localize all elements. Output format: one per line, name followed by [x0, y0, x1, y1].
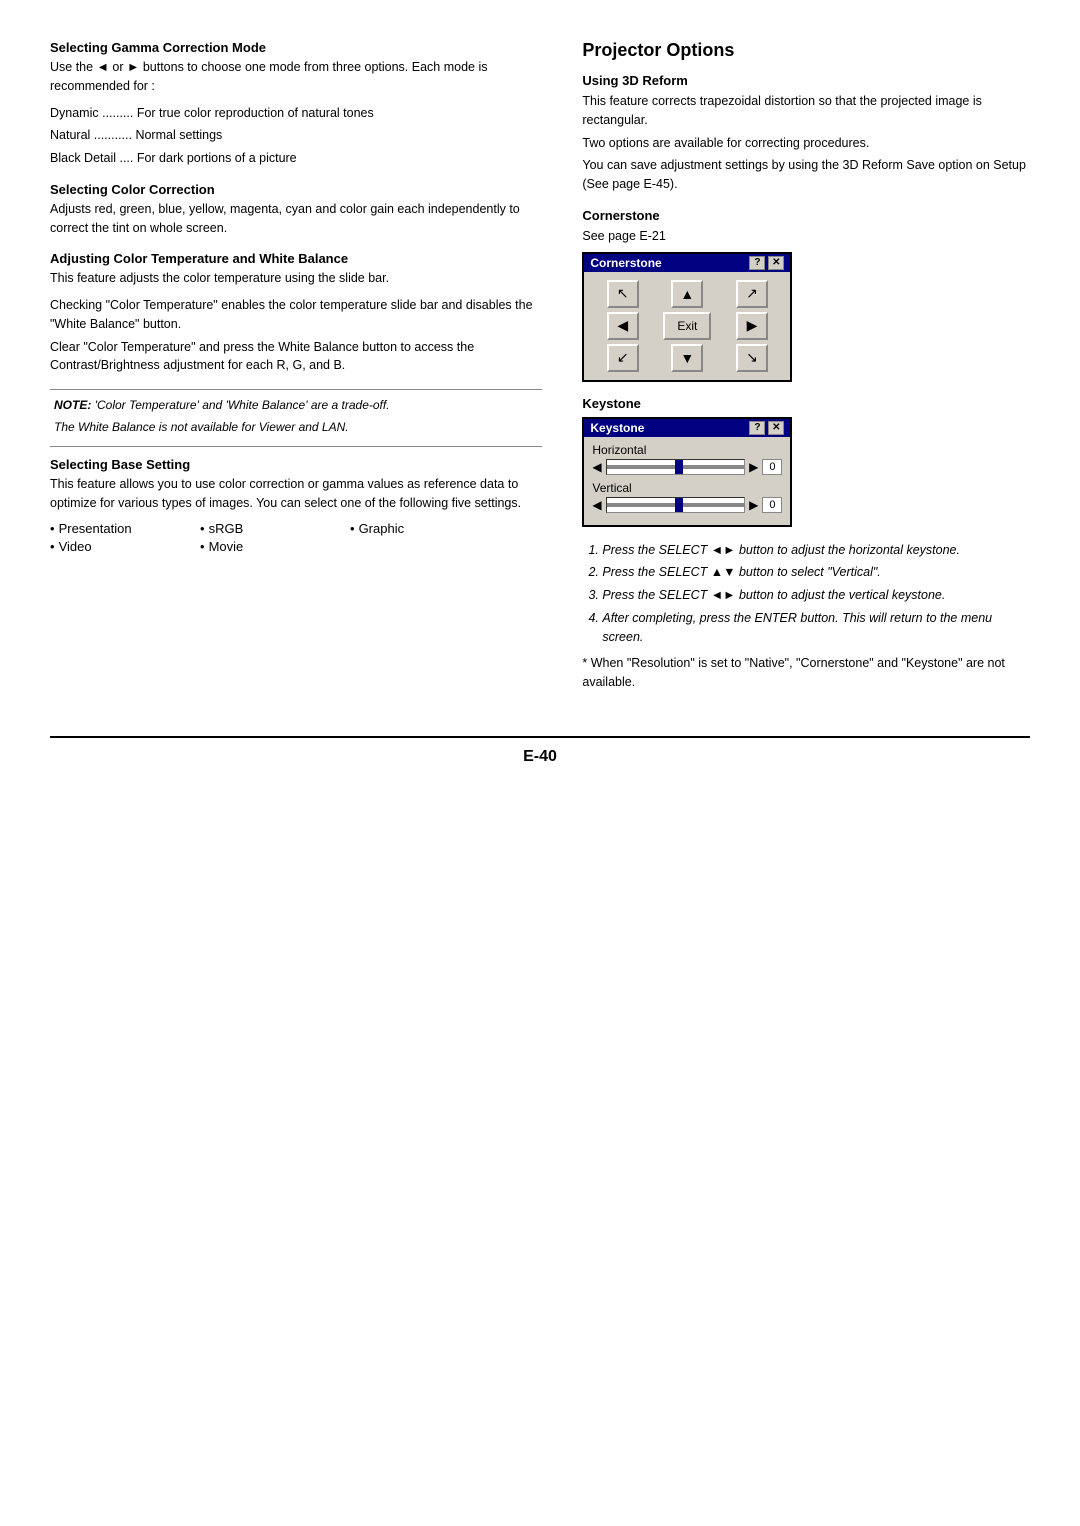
- bullet-srgb: • sRGB: [200, 521, 320, 536]
- page-number: E-40: [50, 736, 1030, 766]
- bullet-movie: • Movie: [200, 539, 320, 554]
- numbered-item-2: Press the SELECT ▲▼ button to select "Ve…: [602, 563, 1030, 582]
- color-correction-section: Selecting Color Correction Adjusts red, …: [50, 182, 542, 238]
- bullet-col-1: • Presentation • Video: [50, 521, 170, 554]
- cornerstone-right-button[interactable]: ▶: [736, 312, 768, 340]
- keystone-horizontal-slider[interactable]: [606, 459, 746, 475]
- keystone-horizontal-left-arrow[interactable]: ◀: [592, 460, 601, 474]
- keystone-dialog: Keystone ? ✕ Horizontal ◀: [582, 417, 792, 527]
- note-box: NOTE: 'Color Temperature' and 'White Bal…: [50, 389, 542, 447]
- 3d-reform-p2: Two options are available for correcting…: [582, 134, 1030, 153]
- bullet-graphic: • Graphic: [350, 521, 470, 536]
- bullet-col-2: • sRGB • Movie: [200, 521, 320, 554]
- keystone-vertical-left-arrow[interactable]: ◀: [592, 498, 601, 512]
- bullet-presentation-text: Presentation: [59, 521, 132, 536]
- cornerstone-down-button[interactable]: ▼: [671, 344, 703, 372]
- gamma-p4: Black Detail .... For dark portions of a…: [50, 149, 542, 168]
- gamma-p3: Natural ........... Normal settings: [50, 126, 542, 145]
- cornerstone-dialog: Cornerstone ? ✕ ↖ ▲ ↗ ◀ Exit: [582, 252, 792, 382]
- cornerstone-up-button[interactable]: ▲: [671, 280, 703, 308]
- keystone-dialog-title: Keystone: [590, 421, 644, 435]
- keystone-horizontal-right-arrow[interactable]: ▶: [749, 460, 758, 474]
- page: Selecting Gamma Correction Mode Use the …: [0, 0, 1080, 1526]
- cornerstone-dialog-buttons: ? ✕: [749, 256, 784, 270]
- cornerstone-section: Cornerstone See page E-21 Cornerstone ? …: [582, 208, 1030, 382]
- gamma-p1: Use the ◄ or ► buttons to choose one mod…: [50, 58, 542, 96]
- keystone-heading: Keystone: [582, 396, 1030, 411]
- numbered-item-3: Press the SELECT ◄► button to adjust the…: [602, 586, 1030, 605]
- keystone-horizontal-value: 0: [762, 459, 782, 475]
- right-column: Projector Options Using 3D Reform This f…: [582, 40, 1030, 696]
- page-title: Projector Options: [582, 40, 1030, 61]
- cornerstone-bottomleft-button[interactable]: ↙: [607, 344, 639, 372]
- left-column: Selecting Gamma Correction Mode Use the …: [50, 40, 542, 696]
- base-setting-heading: Selecting Base Setting: [50, 457, 542, 472]
- cornerstone-title-bar: Cornerstone ? ✕: [584, 254, 790, 272]
- cornerstone-grid: ↖ ▲ ↗ ◀ Exit ▶ ↙ ▼ ↘: [584, 272, 790, 380]
- color-temp-p1: This feature adjusts the color temperatu…: [50, 269, 542, 288]
- keystone-horizontal-label: Horizontal: [592, 443, 782, 457]
- cornerstone-exit-button[interactable]: Exit: [663, 312, 711, 340]
- keystone-help-button[interactable]: ?: [749, 421, 765, 435]
- bullet-movie-text: Movie: [209, 539, 244, 554]
- keystone-vertical-label: Vertical: [592, 481, 782, 495]
- keystone-vertical-slider[interactable]: [606, 497, 746, 513]
- cornerstone-dialog-title: Cornerstone: [590, 256, 661, 270]
- bullet-srgb-text: sRGB: [209, 521, 244, 536]
- keystone-vertical-thumb: [675, 498, 683, 512]
- cornerstone-help-button[interactable]: ?: [749, 256, 765, 270]
- keystone-vertical-track: [607, 503, 745, 507]
- note-text-bold: NOTE: 'Color Temperature' and 'White Bal…: [54, 396, 538, 414]
- bullet-row: • Presentation • Video • sRGB: [50, 521, 542, 554]
- 3d-reform-heading: Using 3D Reform: [582, 73, 1030, 88]
- color-correction-heading: Selecting Color Correction: [50, 182, 542, 197]
- numbered-item-4: After completing, press the ENTER button…: [602, 609, 1030, 647]
- color-temp-heading: Adjusting Color Temperature and White Ba…: [50, 251, 542, 266]
- keystone-horizontal-row: ◀ ▶ 0: [592, 459, 782, 475]
- bullet-video-text: Video: [59, 539, 92, 554]
- base-setting-section: Selecting Base Setting This feature allo…: [50, 457, 542, 554]
- keystone-dialog-buttons: ? ✕: [749, 421, 784, 435]
- base-setting-p1: This feature allows you to use color cor…: [50, 475, 542, 513]
- numbered-item-1: Press the SELECT ◄► button to adjust the…: [602, 541, 1030, 560]
- cornerstone-heading: Cornerstone: [582, 208, 1030, 223]
- cornerstone-topleft-button[interactable]: ↖: [607, 280, 639, 308]
- bullet-graphic-text: Graphic: [359, 521, 405, 536]
- 3d-reform-p3: You can save adjustment settings by usin…: [582, 156, 1030, 194]
- color-temp-p3: Clear "Color Temperature" and press the …: [50, 338, 542, 376]
- cornerstone-bottomright-button[interactable]: ↘: [736, 344, 768, 372]
- cornerstone-left-button[interactable]: ◀: [607, 312, 639, 340]
- bullet-video: • Video: [50, 539, 170, 554]
- keystone-content: Horizontal ◀ ▶ 0 Vertica: [584, 437, 790, 525]
- gamma-section: Selecting Gamma Correction Mode Use the …: [50, 40, 542, 168]
- color-temp-p2: Checking "Color Temperature" enables the…: [50, 296, 542, 334]
- keystone-title-bar: Keystone ? ✕: [584, 419, 790, 437]
- keystone-horizontal-thumb: [675, 460, 683, 474]
- bullet-presentation: • Presentation: [50, 521, 170, 536]
- gamma-heading: Selecting Gamma Correction Mode: [50, 40, 542, 55]
- keystone-vertical-right-arrow[interactable]: ▶: [749, 498, 758, 512]
- footnote: * When "Resolution" is set to "Native", …: [582, 654, 1030, 692]
- bullet-col-3: • Graphic: [350, 521, 470, 554]
- color-correction-p1: Adjusts red, green, blue, yellow, magent…: [50, 200, 542, 238]
- two-column-layout: Selecting Gamma Correction Mode Use the …: [50, 40, 1030, 696]
- cornerstone-topright-button[interactable]: ↗: [736, 280, 768, 308]
- gamma-p2: Dynamic ......... For true color reprodu…: [50, 104, 542, 123]
- color-temp-section: Adjusting Color Temperature and White Ba…: [50, 251, 542, 375]
- keystone-section: Keystone Keystone ? ✕ Horizontal: [582, 396, 1030, 527]
- cornerstone-close-button[interactable]: ✕: [768, 256, 784, 270]
- cornerstone-subtext: See page E-21: [582, 227, 1030, 246]
- 3d-reform-p1: This feature corrects trapezoidal distor…: [582, 92, 1030, 130]
- keystone-vertical-value: 0: [762, 497, 782, 513]
- keystone-horizontal-track: [607, 465, 745, 469]
- keystone-close-button[interactable]: ✕: [768, 421, 784, 435]
- keystone-vertical-row: ◀ ▶ 0: [592, 497, 782, 513]
- 3d-reform-section: Using 3D Reform This feature corrects tr…: [582, 73, 1030, 194]
- numbered-list: Press the SELECT ◄► button to adjust the…: [582, 541, 1030, 647]
- footnote-text: * When "Resolution" is set to "Native", …: [582, 654, 1030, 692]
- note-text-italic: The White Balance is not available for V…: [54, 418, 538, 436]
